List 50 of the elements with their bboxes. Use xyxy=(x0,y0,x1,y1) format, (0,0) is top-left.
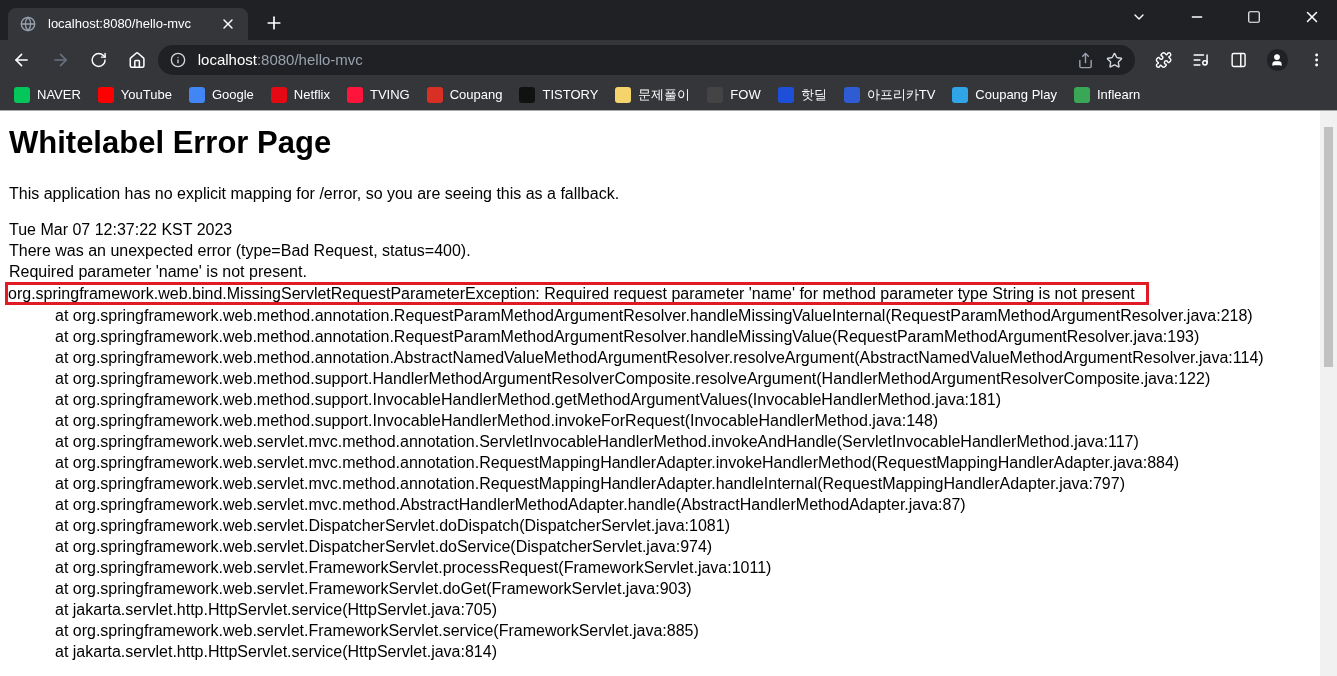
bookmark[interactable]: FOW xyxy=(707,85,761,105)
stack-trace-line: at org.springframework.web.servlet.mvc.method.annotation.RequestMappingHandlerAdapter.invokeHandlerMethod(RequestMappingHandlerAdapter.java:884) xyxy=(54,453,1181,473)
stack-trace-line: at org.springframework.web.servlet.mvc.method.annotation.RequestMappingHandlerAdapter.handleInternal(RequestMappingHandlerAdapter.java:797) xyxy=(54,474,1126,494)
stack-trace-line: at org.springframework.web.servlet.FrameworkServlet.processRequest(FrameworkServlet.java:1011) xyxy=(54,558,773,578)
stack-trace-line: at org.springframework.web.servlet.mvc.method.annotation.ServletInvocableHandlerMethod.invokeAndHandle(ServletInvocableHandlerMethod.java:117) xyxy=(54,432,1140,452)
bookmark[interactable]: Coupang Play xyxy=(952,85,1057,105)
error-detail: Tue Mar 07 12:37:22 KST 2023 xyxy=(9,220,234,240)
intro-text: This application has no explicit mapping for /error, so you are seeing this as a fallback. xyxy=(9,184,621,204)
share-icon[interactable] xyxy=(1077,51,1095,69)
address-bar[interactable]: localhost:8080/hello-mvc xyxy=(157,45,1136,75)
bookmark[interactable]: YouTube xyxy=(97,85,172,105)
page-heading: Whitelabel Error Page xyxy=(9,124,333,162)
stack-trace-line: at org.springframework.web.method.annotation.AbstractNamedValueMethodArgumentResolver.resolveArgument(AbstractNamedValueMethodArgumentResolver.java:114) xyxy=(54,348,1265,368)
stack-trace-line: at org.springframework.web.servlet.DispatcherServlet.doService(DispatcherServlet.java:974) xyxy=(54,537,714,557)
bookmark[interactable]: Inflearn xyxy=(1074,85,1141,105)
exception-text: org.springframework.web.bind.MissingServletRequestParameterException: Required request parameter 'name' for method parameter type String is not present xyxy=(5,282,1149,305)
bookmark[interactable]: TISTORY xyxy=(519,85,599,105)
extensions-icon[interactable] xyxy=(1155,51,1173,69)
reload-icon[interactable] xyxy=(90,51,108,69)
bookmark[interactable]: NAVER xyxy=(14,85,81,105)
stack-trace-line: at org.springframework.web.method.support.InvocableHandlerMethod.invokeForRequest(InvocableHandlerMethod.java:148) xyxy=(54,411,940,431)
bookmark[interactable]: TVING xyxy=(346,85,410,105)
bookmark[interactable]: Google xyxy=(188,85,254,105)
bookmark[interactable]: Coupang xyxy=(426,85,503,105)
bookmark[interactable]: 아프리카TV xyxy=(843,85,936,105)
stack-trace-line: at org.springframework.web.method.annotation.RequestParamMethodArgumentResolver.handleMissingValueInternal(RequestParamMethodArgumentResolver.java:218) xyxy=(54,306,1254,326)
star-icon[interactable] xyxy=(1106,51,1124,69)
stack-trace-line: at org.springframework.web.servlet.FrameworkServlet.doGet(FrameworkServlet.java:903) xyxy=(54,579,693,599)
stack-trace-line: at org.springframework.web.method.support.HandlerMethodArgumentResolverComposite.resolveArgument(HandlerMethodArgumentResolverComposite.java:122) xyxy=(54,369,1212,389)
profile-icon[interactable] xyxy=(1266,49,1288,71)
scrollbar-thumb[interactable] xyxy=(1324,127,1333,367)
stack-trace-line: at org.springframework.web.servlet.mvc.method.AbstractHandlerMethodAdapter.handle(AbstractHandlerMethodAdapter.java:87) xyxy=(54,495,967,515)
home-icon[interactable] xyxy=(127,50,146,70)
info-icon[interactable] xyxy=(169,52,186,68)
maximize-icon[interactable] xyxy=(1247,10,1261,24)
stack-trace-line: at jakarta.servlet.http.HttpServlet.service(HttpServlet.java:814) xyxy=(54,642,498,662)
side-panel-icon[interactable] xyxy=(1229,51,1247,69)
bookmark[interactable]: Netflix xyxy=(270,85,330,105)
stack-trace-line: at jakarta.servlet.http.HttpServlet.service(HttpServlet.java:705) xyxy=(54,600,498,620)
stack-trace-line: at org.springframework.web.method.support.InvocableHandlerMethod.getMethodArgumentValues(InvocableHandlerMethod.java:181) xyxy=(54,390,1002,410)
stack-trace-line: at org.springframework.web.servlet.DispatcherServlet.doDispatch(DispatcherServlet.java:1081) xyxy=(54,516,731,536)
bookmark[interactable]: 핫딜 xyxy=(777,85,827,105)
error-detail: There was an unexpected error (type=Bad Request, status=400). xyxy=(9,241,472,261)
error-detail: Required parameter 'name' is not present. xyxy=(9,262,308,282)
browser-tab[interactable]: localhost:8080/hello-mvc xyxy=(8,8,248,40)
stack-trace-line: at org.springframework.web.servlet.FrameworkServlet.service(FrameworkServlet.java:885) xyxy=(54,621,700,641)
globe-icon xyxy=(20,16,36,32)
media-icon[interactable] xyxy=(1192,51,1210,69)
bookmark[interactable]: 문제풀이 xyxy=(615,85,691,105)
stack-trace-line: at org.springframework.web.method.annotation.RequestParamMethodArgumentResolver.handleMissingValue(RequestParamMethodArgumentResolver.java:193) xyxy=(54,327,1201,347)
